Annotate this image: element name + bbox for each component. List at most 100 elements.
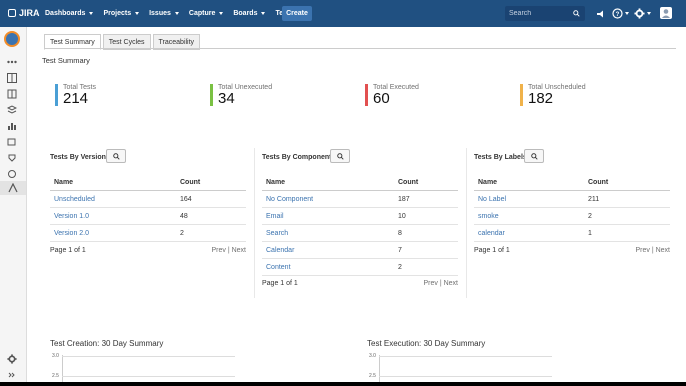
jira-logo-icon — [8, 9, 16, 17]
board-icon[interactable] — [5, 71, 19, 85]
table-row: Version 2.0 2 — [50, 224, 246, 242]
label-link[interactable]: smoke — [478, 213, 499, 220]
menu-boards[interactable]: Boards — [233, 10, 266, 17]
y-tick-label: 2.5 — [369, 373, 376, 379]
pagination-links: Prev | Next — [423, 280, 458, 287]
labels-table: Name Count No Label 211 smoke 2 calendar 1 — [474, 174, 670, 242]
table-row: calendar 1 — [474, 224, 670, 242]
metric-value: 34 — [218, 90, 235, 107]
component-link[interactable]: Calendar — [266, 247, 294, 254]
help-icon[interactable]: ? — [612, 8, 629, 19]
search-button[interactable] — [330, 149, 350, 163]
count-cell: 2 — [584, 207, 670, 225]
version-link[interactable]: Unscheduled — [54, 196, 95, 203]
more-icon[interactable] — [5, 55, 19, 69]
pagination-info: Page 1 of 1 — [474, 247, 510, 254]
release-icon[interactable] — [5, 135, 19, 149]
version-link[interactable]: Version 2.0 — [54, 230, 89, 237]
chevron-down-icon — [625, 12, 629, 15]
menu-capture[interactable]: Capture — [189, 10, 224, 17]
y-tick-label: 2.5 — [52, 373, 59, 379]
components-table: Name Count No Component 187 Email 10 Searc… — [262, 174, 458, 276]
component-link[interactable]: Email — [266, 213, 284, 220]
panel-title: Tests By Components — [262, 154, 336, 161]
next-link[interactable]: Next — [232, 247, 246, 254]
create-button[interactable]: Create — [282, 6, 312, 21]
count-cell: 164 — [176, 190, 246, 208]
expand-sidebar-icon[interactable] — [5, 368, 19, 382]
table-header-row: Name Count — [262, 174, 458, 191]
table-header-row: Name Count — [474, 174, 670, 191]
panel-title: Tests By Versions — [50, 154, 110, 161]
panel-divider — [254, 148, 255, 298]
notifications-icon[interactable] — [596, 8, 606, 19]
jira-logo[interactable]: JIRA — [8, 8, 40, 18]
search-icon — [530, 152, 538, 160]
pager-separator: | — [439, 280, 442, 287]
y-tick-label: 3.0 — [52, 353, 59, 359]
components-icon[interactable] — [5, 151, 19, 165]
label-link[interactable]: calendar — [478, 230, 505, 237]
chart-y-axis — [62, 355, 63, 382]
chevron-down-icon — [261, 12, 266, 15]
chart-gridline — [62, 356, 235, 357]
menu-dashboards[interactable]: Dashboards — [45, 10, 94, 17]
page-title: Test Summary — [42, 56, 90, 65]
table-row: No Label 211 — [474, 190, 670, 208]
metric-value: 182 — [528, 90, 554, 107]
svg-text:?: ? — [616, 12, 620, 18]
table-row: No Component 187 — [262, 190, 458, 208]
table-row: Content 2 — [262, 258, 458, 276]
reports-icon[interactable] — [5, 119, 19, 133]
table-row: Email 10 — [262, 207, 458, 225]
metric-value: 60 — [373, 90, 390, 107]
user-avatar[interactable] — [660, 7, 672, 19]
column-header-name: Name — [474, 174, 584, 191]
settings-gear-icon[interactable] — [634, 8, 651, 19]
app-frame: JIRA Dashboards Projects Issues Capture … — [0, 0, 686, 382]
project-sidebar — [0, 27, 27, 382]
pager-separator: | — [227, 247, 230, 254]
main-menu: Dashboards Projects Issues Capture Board… — [45, 0, 311, 27]
search-button[interactable] — [524, 149, 544, 163]
next-link[interactable]: Next — [656, 247, 670, 254]
backlog-icon[interactable] — [5, 103, 19, 117]
component-link[interactable]: No Component — [266, 196, 313, 203]
chevron-down-icon — [219, 12, 224, 15]
metric-total-tests: Total Tests 214 — [55, 84, 96, 106]
pager-separator: | — [651, 247, 654, 254]
table-row: Calendar 7 — [262, 241, 458, 259]
prev-link[interactable]: Prev — [211, 247, 225, 254]
prev-link[interactable]: Prev — [423, 280, 437, 287]
column-header-name: Name — [50, 174, 176, 191]
count-cell: 2 — [176, 224, 246, 242]
book-icon[interactable] — [5, 87, 19, 101]
pagination-links: Prev | Next — [635, 247, 670, 254]
menu-projects[interactable]: Projects — [103, 10, 140, 17]
pagination-links: Prev | Next — [211, 247, 246, 254]
metric-total-unscheduled: Total Unscheduled 182 — [520, 84, 586, 106]
table-header-row: Name Count — [50, 174, 246, 191]
version-link[interactable]: Version 1.0 — [54, 213, 89, 220]
settings-gear-icon[interactable] — [5, 352, 19, 366]
search-input[interactable] — [509, 10, 573, 17]
component-link[interactable]: Content — [266, 264, 291, 271]
menu-issues[interactable]: Issues — [149, 10, 179, 17]
panel-divider — [466, 148, 467, 298]
y-tick-label: 3.0 — [369, 353, 376, 359]
project-avatar[interactable] — [4, 31, 20, 47]
test-icon[interactable] — [5, 167, 19, 181]
prev-link[interactable]: Prev — [635, 247, 649, 254]
search-field[interactable] — [505, 6, 585, 21]
jira-logo-text: JIRA — [19, 8, 40, 18]
count-cell: 2 — [394, 258, 458, 276]
label-link[interactable]: No Label — [478, 196, 506, 203]
metric-total-unexecuted: Total Unexecuted 34 — [210, 84, 272, 106]
chart-gridline — [379, 356, 552, 357]
count-cell: 10 — [394, 207, 458, 225]
column-header-count: Count — [176, 174, 246, 191]
test-summary-icon[interactable] — [0, 181, 26, 195]
search-button[interactable] — [106, 149, 126, 163]
next-link[interactable]: Next — [444, 280, 458, 287]
component-link[interactable]: Search — [266, 230, 288, 237]
